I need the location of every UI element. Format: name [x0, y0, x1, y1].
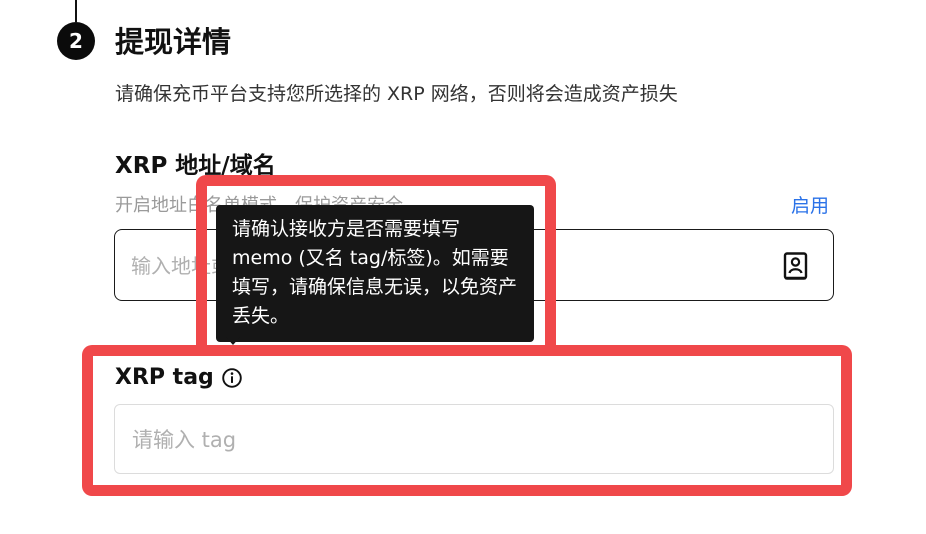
address-field-label: XRP 地址/域名 — [115, 153, 276, 179]
tooltip-arrow — [225, 336, 241, 345]
tag-input[interactable] — [130, 405, 814, 475]
network-warning-text: 请确保充币平台支持您所选择的 XRP 网络，否则将会造成资产损失 — [115, 83, 678, 105]
tag-field-label: XRP tag — [115, 365, 214, 390]
info-icon[interactable] — [221, 367, 243, 389]
page-title: 提现详情 — [115, 25, 232, 59]
enable-whitelist-link[interactable]: 启用 — [791, 193, 829, 219]
step-number-badge: 2 — [57, 22, 95, 60]
address-book-icon[interactable] — [781, 251, 811, 281]
memo-tooltip: 请确认接收方是否需要填写 memo (又名 tag/标签)。如需要填写，请确保信… — [216, 205, 534, 342]
tag-input-box — [114, 404, 834, 475]
step-connector-line — [75, 0, 77, 22]
